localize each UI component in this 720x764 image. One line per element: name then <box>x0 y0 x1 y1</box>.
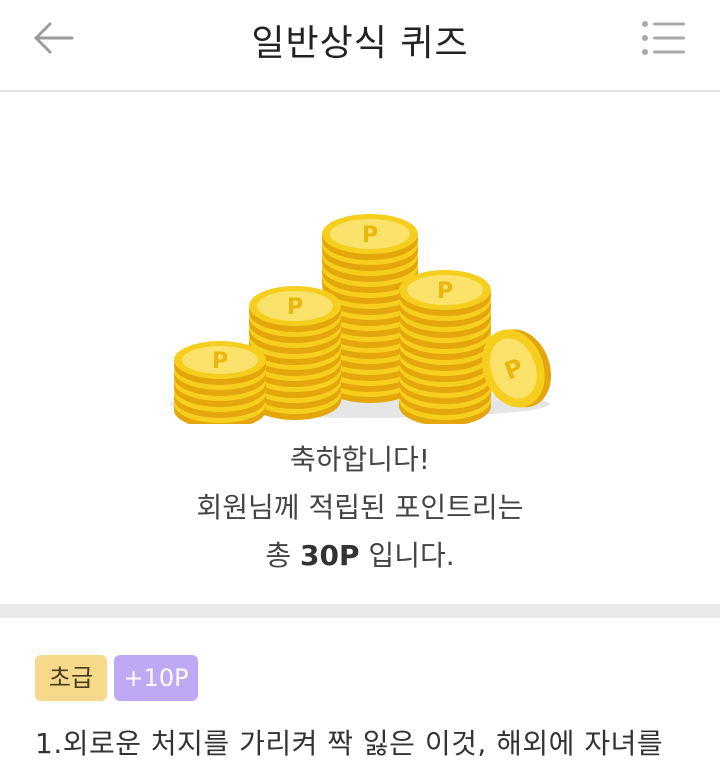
svg-text:P: P <box>287 295 303 320</box>
menu-button[interactable] <box>636 14 694 62</box>
coin-stack-illustration: PPPP P <box>170 214 552 424</box>
level-badge: 초급 <box>35 655 107 701</box>
congrats-message: 축하합니다! <box>289 443 431 476</box>
question-text: 1.외로운 처지를 가리켜 짝 잃은 이것, 해외에 자녀를 <box>35 727 664 760</box>
list-menu-icon <box>642 21 685 55</box>
points-total-prefix: 총 <box>265 539 301 572</box>
quiz-question-panel: 초급 +10P 1.외로운 처지를 가리켜 짝 잃은 이것, 해외에 자녀를 <box>0 618 720 764</box>
result-panel: PPPPP 축하합니다! 회원님께 적립된 포인트리는 총 30P 입니다. <box>0 92 720 604</box>
section-divider <box>0 604 720 618</box>
points-badge: +10P <box>114 655 198 701</box>
app-header: 일반상식 퀴즈 <box>0 0 720 92</box>
svg-text:P: P <box>437 279 453 304</box>
points-message: 회원님께 적립된 포인트리는 <box>196 491 524 524</box>
points-total-message: 총 30P 입니다. <box>0 534 720 574</box>
svg-text:P: P <box>362 223 378 248</box>
svg-text:P: P <box>212 349 228 374</box>
points-total-value: 30P <box>300 539 360 572</box>
points-total-suffix: 입니다. <box>359 539 455 572</box>
page-title: 일반상식 퀴즈 <box>251 23 469 64</box>
